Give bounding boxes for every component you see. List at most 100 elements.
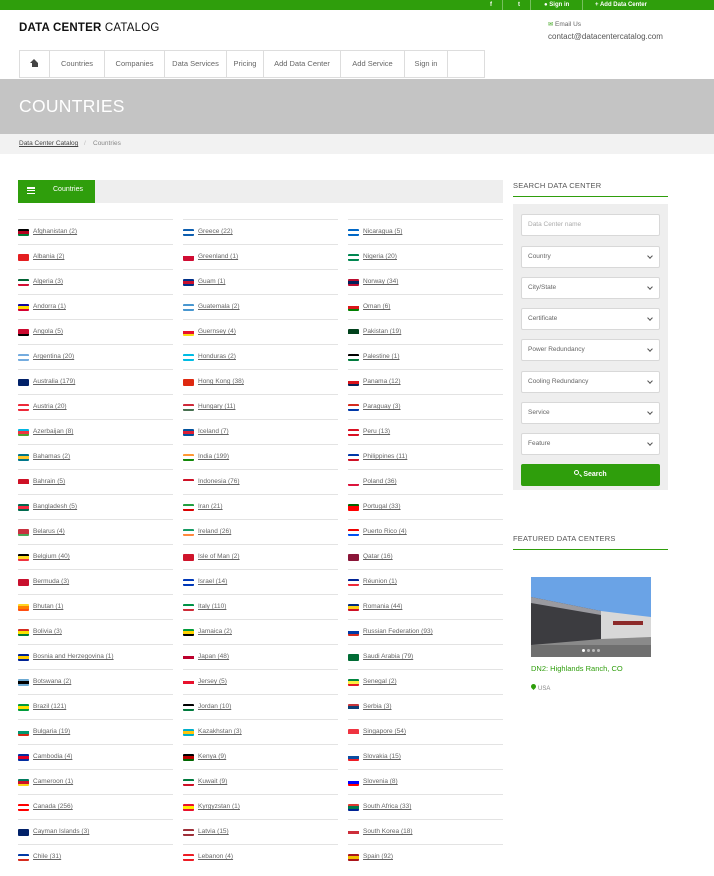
datacenter-name-input[interactable]: Data Center name (521, 214, 660, 236)
country-link[interactable]: Argentina (20) (33, 353, 74, 360)
nav-pricing[interactable]: Pricing (227, 51, 264, 77)
country-link[interactable]: Azerbaijan (8) (33, 428, 73, 435)
country-link[interactable]: Slovenia (8) (363, 778, 398, 785)
country-link[interactable]: Brazil (121) (33, 703, 66, 710)
nav-data-services[interactable]: Data Services (165, 51, 227, 77)
country-link[interactable]: Poland (36) (363, 478, 397, 485)
country-link[interactable]: Japan (48) (198, 653, 229, 660)
country-link[interactable]: Iran (21) (198, 503, 223, 510)
country-link[interactable]: Andorra (1) (33, 303, 66, 310)
country-link[interactable]: Bulgaria (19) (33, 728, 70, 735)
search-button[interactable]: Search (521, 464, 660, 486)
country-link[interactable]: Puerto Rico (4) (363, 528, 407, 535)
country-link[interactable]: Algeria (3) (33, 278, 63, 285)
country-link[interactable]: Honduras (2) (198, 353, 236, 360)
country-link[interactable]: Romania (44) (363, 603, 402, 610)
country-link[interactable]: Belarus (4) (33, 528, 65, 535)
nav-countries[interactable]: Countries (50, 51, 105, 77)
country-link[interactable]: Nigeria (20) (363, 253, 397, 260)
country-link[interactable]: Afghanistan (2) (33, 228, 77, 235)
country-link[interactable]: Hong Kong (38) (198, 378, 244, 385)
country-link[interactable]: Spain (92) (363, 853, 393, 860)
add-datacenter-top-link[interactable]: + Add Data Center (595, 0, 647, 10)
country-link[interactable]: Austria (20) (33, 403, 67, 410)
country-link[interactable]: Belgium (40) (33, 553, 70, 560)
nav-add-service[interactable]: Add Service (341, 51, 405, 77)
country-link[interactable]: Botswana (2) (33, 678, 71, 685)
country-link[interactable]: Jamaica (2) (198, 628, 232, 635)
country-link[interactable]: Pakistan (19) (363, 328, 401, 335)
country-link[interactable]: Bahamas (2) (33, 453, 70, 460)
country-link[interactable]: Russian Federation (93) (363, 628, 433, 635)
feature-select[interactable]: Feature (521, 433, 660, 455)
featured-datacenter-image[interactable] (531, 577, 651, 657)
country-select[interactable]: Country (521, 246, 660, 268)
country-link[interactable]: Saudi Arabia (79) (363, 653, 413, 660)
country-link[interactable]: Serbia (3) (363, 703, 392, 710)
country-link[interactable]: Italy (110) (198, 603, 226, 610)
country-link[interactable]: Canada (256) (33, 803, 73, 810)
country-link[interactable]: Paraguay (3) (363, 403, 401, 410)
country-link[interactable]: Latvia (15) (198, 828, 229, 835)
power-redundancy-select[interactable]: Power Redundancy (521, 339, 660, 361)
country-link[interactable]: Kuwait (9) (198, 778, 227, 785)
country-link[interactable]: Lebanon (4) (198, 853, 233, 860)
carousel-dots[interactable] (531, 649, 651, 652)
country-link[interactable]: Greenland (1) (198, 253, 238, 260)
country-link[interactable]: Peru (13) (363, 428, 390, 435)
country-link[interactable]: Palestine (1) (363, 353, 400, 360)
nav-sign-in[interactable]: Sign in (405, 51, 448, 77)
country-link[interactable]: Bangladesh (5) (33, 503, 77, 510)
country-link[interactable]: Singapore (54) (363, 728, 406, 735)
country-link[interactable]: Angola (5) (33, 328, 63, 335)
country-link[interactable]: Guernsey (4) (198, 328, 236, 335)
country-link[interactable]: Greece (22) (198, 228, 233, 235)
country-link[interactable]: Kazakhstan (3) (198, 728, 242, 735)
country-link[interactable]: Bahrain (5) (33, 478, 65, 485)
country-link[interactable]: Kyrgyzstan (1) (198, 803, 240, 810)
country-link[interactable]: Bolivia (3) (33, 628, 62, 635)
country-link[interactable]: Réunion (1) (363, 578, 397, 585)
service-select[interactable]: Service (521, 402, 660, 424)
site-logo[interactable]: DATA CENTER CATALOG (19, 22, 160, 34)
featured-datacenter-name[interactable]: DN2: Highlands Ranch, CO (531, 664, 623, 673)
country-link[interactable]: Bermuda (3) (33, 578, 69, 585)
nav-home[interactable] (20, 51, 50, 77)
country-link[interactable]: Jordan (10) (198, 703, 231, 710)
country-link[interactable]: Oman (6) (363, 303, 390, 310)
facebook-icon[interactable]: f (486, 0, 496, 10)
certificate-select[interactable]: Certificate (521, 308, 660, 330)
country-link[interactable]: Kenya (9) (198, 753, 226, 760)
country-link[interactable]: Hungary (11) (198, 403, 235, 410)
country-link[interactable]: Albania (2) (33, 253, 64, 260)
country-link[interactable]: Iceland (7) (198, 428, 229, 435)
nav-companies[interactable]: Companies (105, 51, 165, 77)
country-link[interactable]: Chile (31) (33, 853, 61, 860)
country-link[interactable]: Cayman Islands (3) (33, 828, 89, 835)
country-link[interactable]: Guatemala (2) (198, 303, 240, 310)
country-link[interactable]: Israel (14) (198, 578, 227, 585)
country-link[interactable]: Philippines (11) (363, 453, 407, 460)
country-link[interactable]: Senegal (2) (363, 678, 397, 685)
country-link[interactable]: Bosnia and Herzegovina (1) (33, 653, 114, 660)
country-link[interactable]: Indonesia (76) (198, 478, 240, 485)
country-link[interactable]: Cambodia (4) (33, 753, 72, 760)
country-link[interactable]: Slovakia (15) (363, 753, 401, 760)
email-address-link[interactable]: contact@datacentercatalog.com (548, 32, 663, 41)
country-link[interactable]: Australia (179) (33, 378, 75, 385)
twitter-icon[interactable]: t (514, 0, 524, 10)
country-link[interactable]: Nicaragua (5) (363, 228, 402, 235)
country-link[interactable]: Portugal (33) (363, 503, 401, 510)
country-link[interactable]: Ireland (26) (198, 528, 231, 535)
breadcrumb-home-link[interactable]: Data Center Catalog (19, 140, 78, 147)
country-link[interactable]: Panama (12) (363, 378, 401, 385)
country-link[interactable]: Guam (1) (198, 278, 225, 285)
country-link[interactable]: Isle of Man (2) (198, 553, 240, 560)
country-link[interactable]: Cameroon (1) (33, 778, 73, 785)
nav-add-data-center[interactable]: Add Data Center (264, 51, 341, 77)
country-link[interactable]: Bhutan (1) (33, 603, 63, 610)
country-link[interactable]: South Africa (33) (363, 803, 411, 810)
country-link[interactable]: India (199) (198, 453, 229, 460)
city-state-select[interactable]: City/State (521, 277, 660, 299)
country-link[interactable]: Qatar (16) (363, 553, 393, 560)
